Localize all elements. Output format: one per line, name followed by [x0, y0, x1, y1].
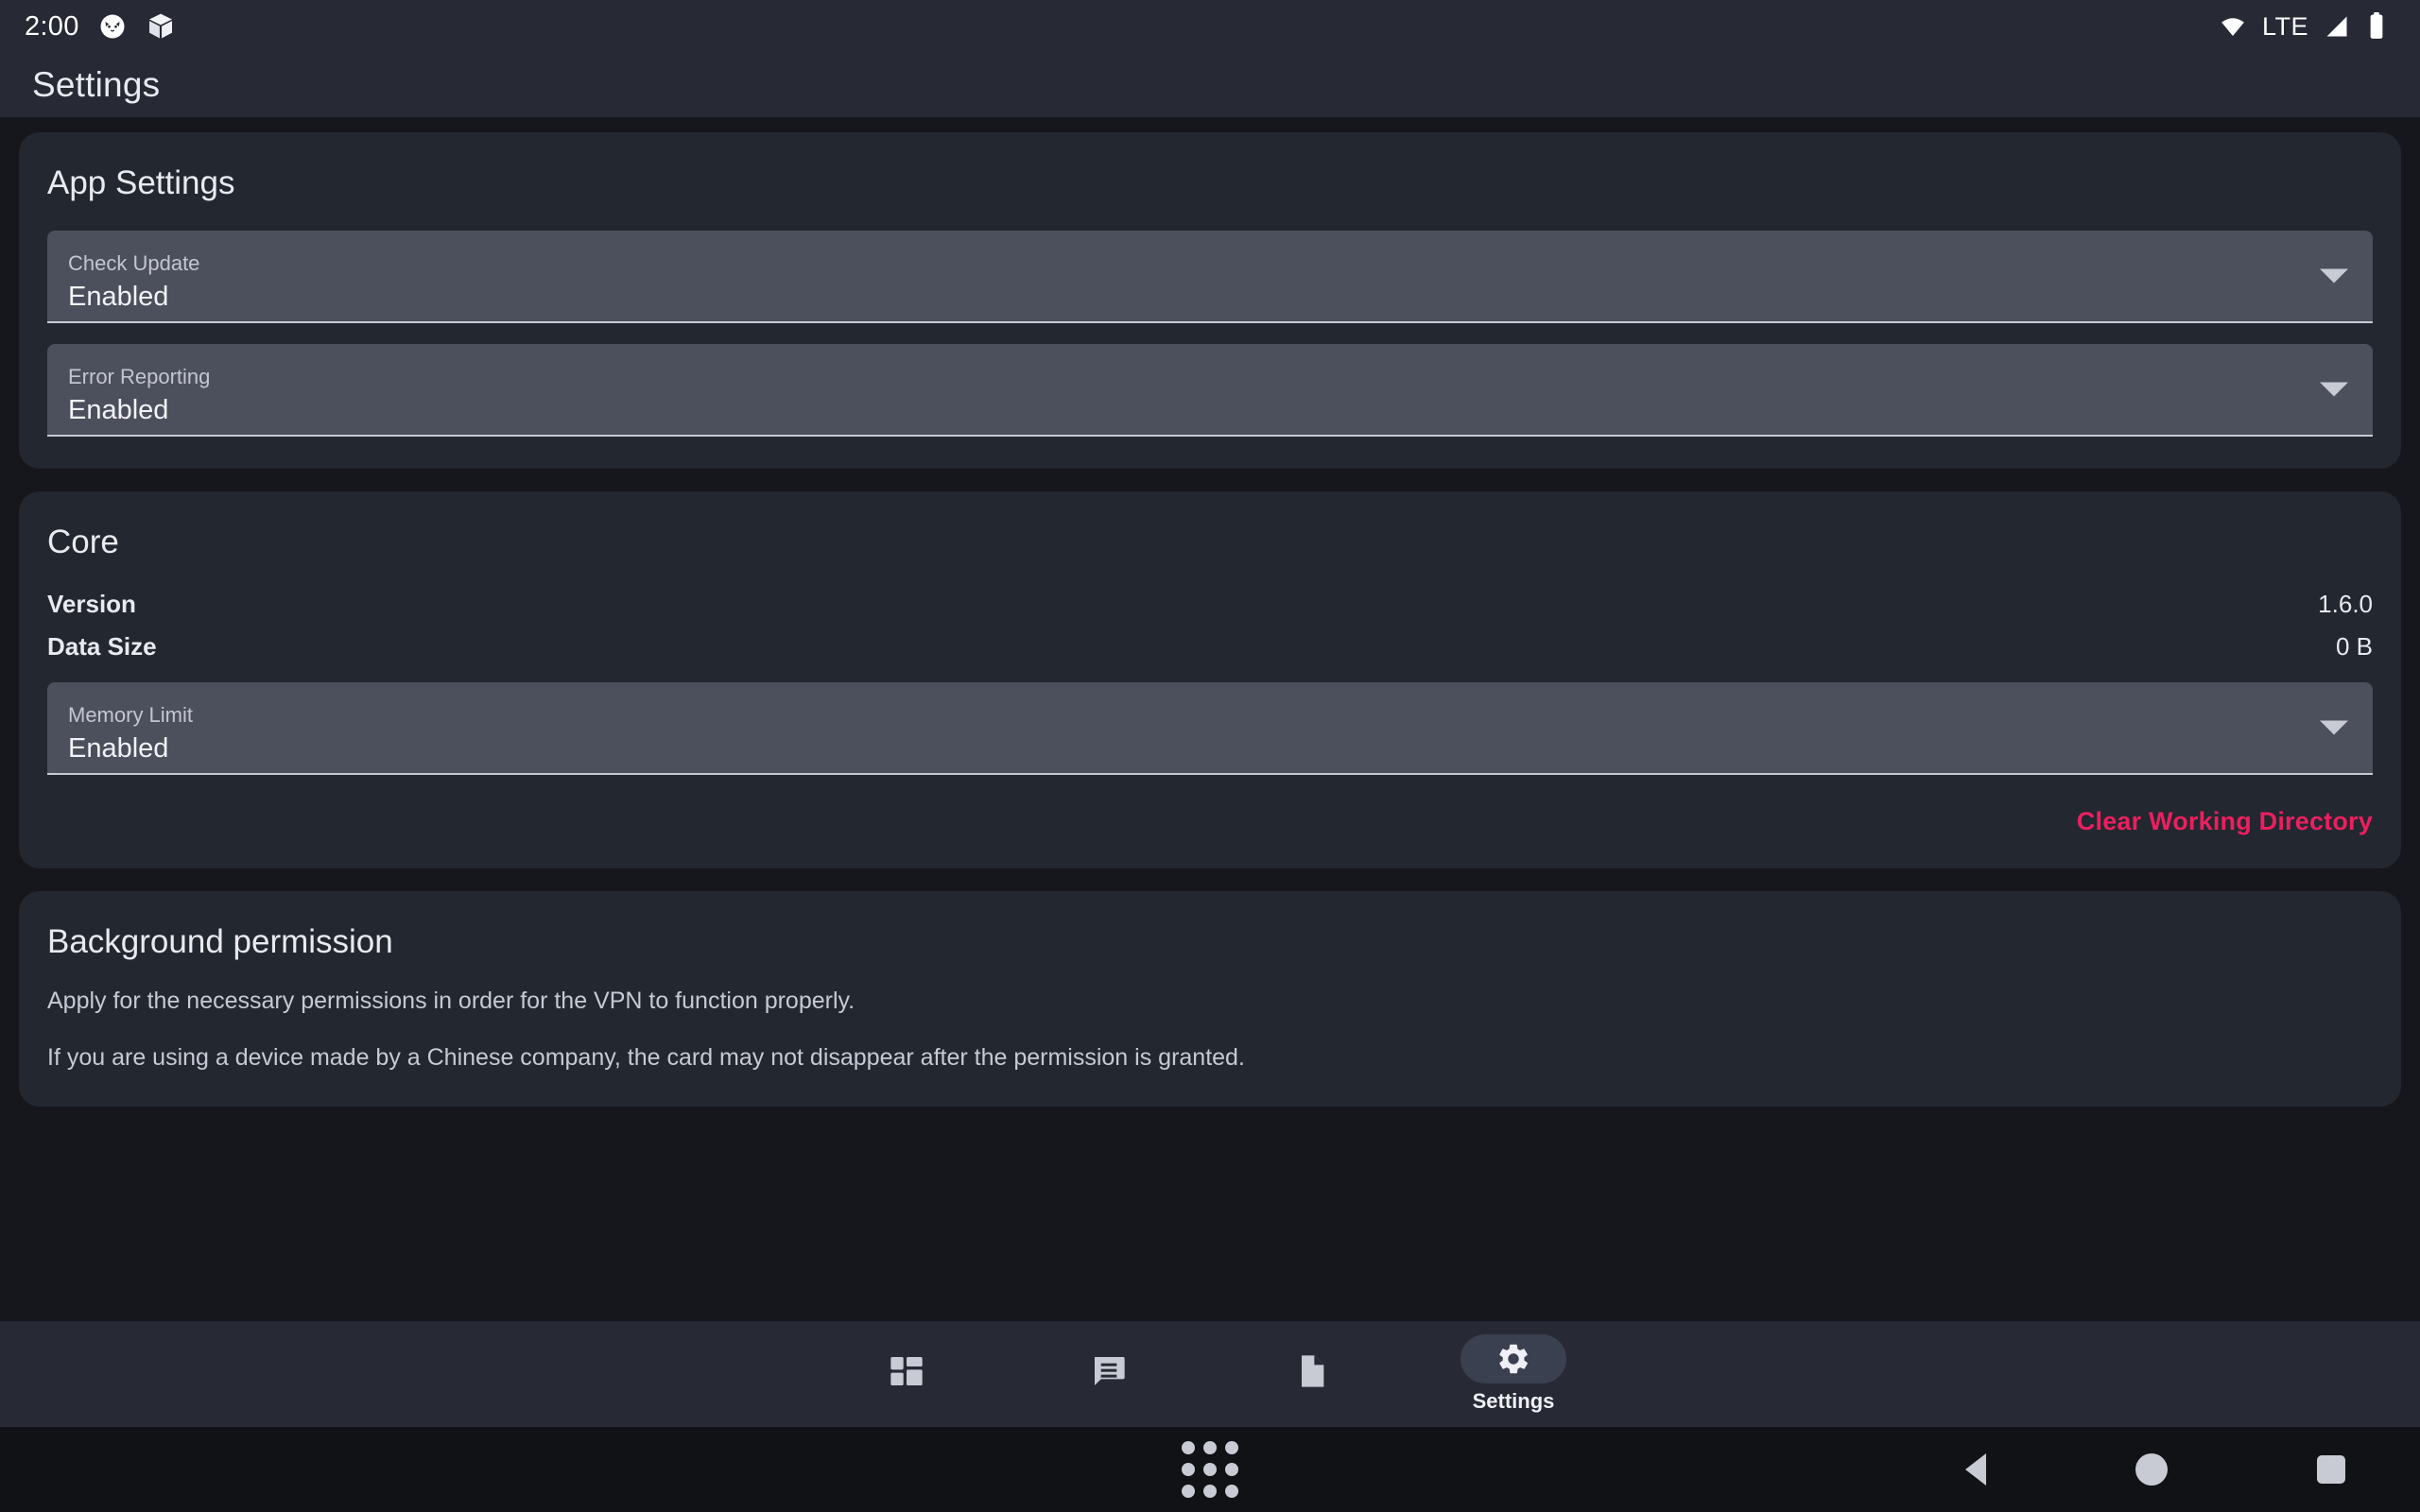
nav-item-document[interactable] [1210, 1347, 1412, 1401]
core-card: Core Version 1.6.0 Data Size 0 B Memory … [19, 491, 2401, 868]
background-permission-title: Background permission [47, 923, 2373, 961]
status-clock: 2:00 [25, 11, 79, 43]
background-permission-paragraph-2: If you are using a device made by a Chin… [47, 1042, 2373, 1074]
nav-item-chat[interactable] [1008, 1347, 1210, 1401]
memory-limit-dropdown[interactable]: Memory Limit Enabled [47, 682, 2373, 775]
app-drawer-icon[interactable] [1182, 1441, 1238, 1498]
app-drawer-dot [1225, 1441, 1238, 1454]
status-bar: 2:00 [0, 0, 2420, 53]
nav-item-settings[interactable]: Settings [1412, 1334, 1615, 1414]
signal-icon [2324, 13, 2350, 40]
memory-limit-value: Enabled [68, 732, 2344, 765]
error-reporting-label: Error Reporting [68, 365, 2344, 389]
gear-icon [1495, 1341, 1531, 1377]
core-title: Core [47, 524, 2373, 561]
core-version-label: Version [47, 590, 136, 619]
clear-working-directory-button[interactable]: Clear Working Directory [2077, 807, 2373, 836]
settings-scroll-content[interactable]: App Settings Check Update Enabled Error … [0, 117, 2420, 1321]
error-reporting-value: Enabled [68, 394, 2344, 427]
core-version-row: Version 1.6.0 [47, 590, 2373, 619]
chevron-down-icon[interactable] [2320, 383, 2348, 397]
core-data-size-row: Data Size 0 B [47, 632, 2373, 662]
package-box-icon [146, 11, 176, 42]
nav-pill-document [1258, 1347, 1364, 1396]
app-drawer-dot [1225, 1463, 1238, 1476]
core-version-value: 1.6.0 [2318, 590, 2373, 619]
dashboard-grid-icon [888, 1352, 925, 1390]
background-permission-paragraph-1: Apply for the necessary permissions in o… [47, 986, 2373, 1018]
app-screen: 2:00 [0, 0, 2420, 1512]
app-settings-card: App Settings Check Update Enabled Error … [19, 132, 2401, 469]
chevron-down-icon[interactable] [2320, 721, 2348, 735]
app-drawer-dot [1182, 1463, 1195, 1476]
page-title: Settings [32, 65, 160, 105]
memory-limit-wrapper: Memory Limit Enabled [47, 682, 2373, 775]
back-icon[interactable] [1965, 1453, 1986, 1486]
cat-face-icon [98, 12, 127, 41]
check-update-value: Enabled [68, 281, 2344, 314]
app-bar: Settings [0, 53, 2420, 117]
app-drawer-dot [1225, 1485, 1238, 1498]
status-bar-right: LTE [2219, 12, 2388, 42]
recents-icon[interactable] [2317, 1455, 2345, 1484]
nav-item-dashboard[interactable] [805, 1347, 1008, 1401]
nav-pill-dashboard [854, 1347, 959, 1396]
nav-label-settings: Settings [1473, 1389, 1555, 1414]
wifi-icon [2219, 12, 2247, 41]
error-reporting-dropdown[interactable]: Error Reporting Enabled [47, 344, 2373, 437]
check-update-label: Check Update [68, 251, 2344, 276]
system-navigation-bar [0, 1427, 2420, 1512]
network-type-label: LTE [2262, 12, 2308, 42]
app-drawer-dot [1182, 1441, 1195, 1454]
chat-bubble-icon [1090, 1352, 1128, 1390]
document-file-icon [1292, 1352, 1330, 1390]
app-drawer-dot [1182, 1485, 1195, 1498]
battery-icon [2365, 12, 2388, 41]
app-settings-title: App Settings [47, 164, 2373, 202]
nav-pill-chat [1056, 1347, 1162, 1396]
app-drawer-dot [1203, 1463, 1217, 1476]
core-data-size-value: 0 B [2336, 632, 2373, 662]
nav-pill-settings [1461, 1334, 1566, 1383]
background-permission-card: Background permission Apply for the nece… [19, 891, 2401, 1107]
app-drawer-dot [1203, 1485, 1217, 1498]
home-icon[interactable] [2135, 1453, 2168, 1486]
check-update-dropdown[interactable]: Check Update Enabled [47, 231, 2373, 323]
bottom-navigation-bar: Settings [0, 1321, 2420, 1427]
memory-limit-label: Memory Limit [68, 703, 2344, 728]
core-actions: Clear Working Directory [47, 807, 2373, 836]
app-drawer-dot [1203, 1441, 1217, 1454]
system-buttons [1891, 1427, 2420, 1512]
chevron-down-icon[interactable] [2320, 269, 2348, 284]
status-bar-left: 2:00 [25, 11, 176, 43]
core-data-size-label: Data Size [47, 632, 157, 662]
